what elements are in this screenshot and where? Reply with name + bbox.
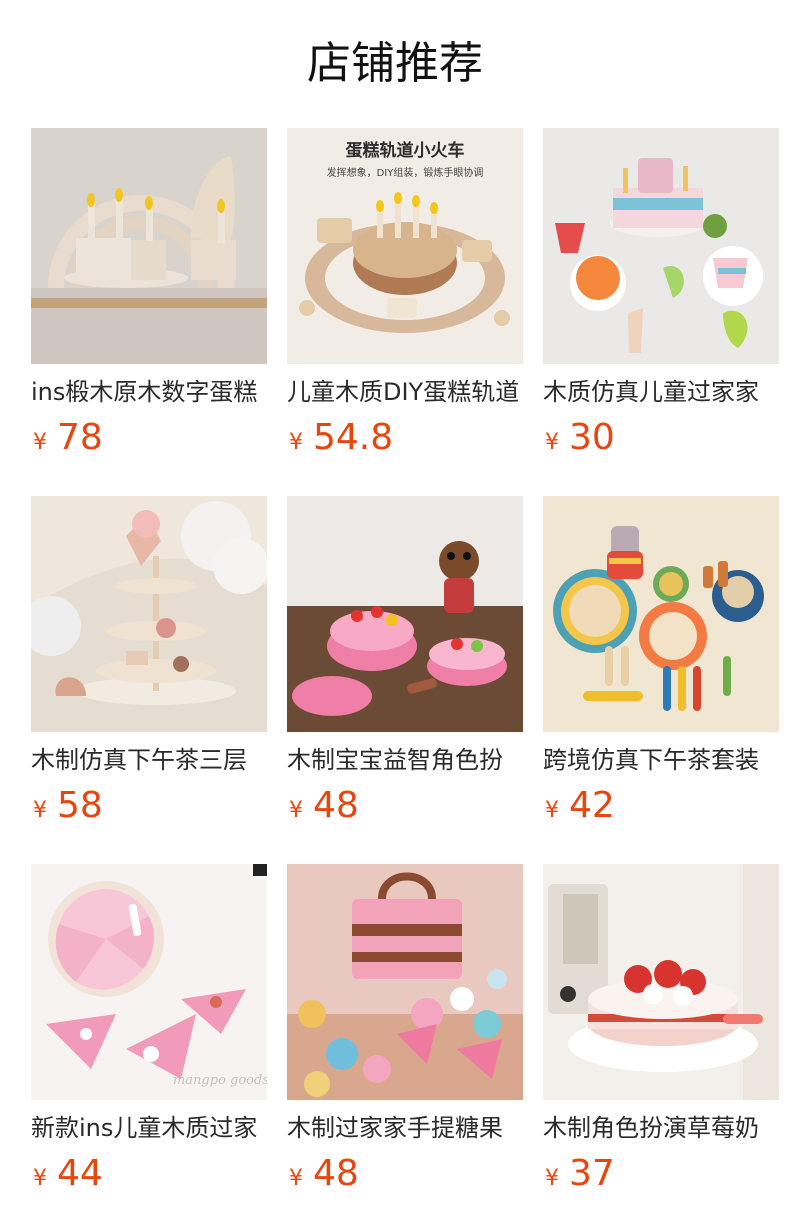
product-card[interactable]: 跨境仿真下午茶套装 ¥42 — [543, 496, 779, 864]
product-name[interactable]: ins椴木原木数字蛋糕 — [31, 374, 267, 410]
shop-recommendations-page: 店铺推荐 ins椴木原木数字蛋糕 ¥ 78 蛋糕轨道小火车 发挥想象，DIY组装… — [0, 0, 790, 1232]
currency-symbol: ¥ — [545, 798, 559, 823]
product-image[interactable]: mangpo goods — [31, 864, 267, 1100]
product-image[interactable] — [287, 864, 523, 1100]
product-price: ¥42 — [545, 784, 615, 828]
product-name[interactable]: 木制过家家手提糖果 — [287, 1110, 523, 1146]
product-card[interactable]: 木制角色扮演草莓奶 ¥37 — [543, 864, 779, 1232]
product-image[interactable] — [543, 864, 779, 1100]
product-image[interactable]: 蛋糕轨道小火车 发挥想象，DIY组装，锻炼手眼协调 — [287, 128, 523, 364]
price-amount: 48 — [313, 785, 359, 826]
price-amount: 78 — [57, 417, 103, 458]
product-name[interactable]: 儿童木质DIY蛋糕轨道 — [287, 374, 523, 410]
page-title: 店铺推荐 — [307, 38, 483, 89]
image-watermark: mangpo goods — [173, 1073, 267, 1088]
product-name[interactable]: 木质仿真儿童过家家 — [543, 374, 779, 410]
product-image[interactable] — [543, 496, 779, 732]
product-card[interactable]: 木制宝宝益智角色扮 ¥48 — [287, 496, 523, 864]
product-price: ¥37 — [545, 1152, 615, 1196]
strawberry-cake-icon — [543, 864, 779, 1100]
product-name[interactable]: 新款ins儿童木质过家 — [31, 1110, 267, 1146]
currency-symbol: ¥ — [289, 1166, 303, 1191]
product-price: ¥78 — [33, 416, 103, 460]
product-name[interactable]: 木制宝宝益智角色扮 — [287, 742, 523, 778]
currency-symbol: ¥ — [289, 430, 303, 455]
pink-slice-cake-icon: mangpo goods — [31, 864, 267, 1100]
currency-symbol: ¥ — [289, 798, 303, 823]
product-price: ¥58 — [33, 784, 103, 828]
tea-set-icon — [543, 496, 779, 732]
price-amount: 44 — [57, 1153, 103, 1194]
currency-symbol: ¥ — [545, 1166, 559, 1191]
wooden-birthday-cake-icon — [31, 128, 267, 364]
product-card[interactable]: mangpo goods 新款ins儿童木质过家 ¥44 — [31, 864, 267, 1232]
tea-stand-icon — [31, 496, 267, 732]
cake-train-icon: 蛋糕轨道小火车 发挥想象，DIY组装，锻炼手眼协调 — [287, 128, 523, 364]
candy-box-icon — [287, 864, 523, 1100]
price-amount: 30 — [569, 417, 615, 458]
product-price: ¥54.8 — [289, 416, 393, 460]
product-card[interactable]: 木质仿真儿童过家家 ¥30 — [543, 128, 779, 496]
image-headline: 蛋糕轨道小火车 — [346, 140, 465, 161]
price-amount: 37 — [569, 1153, 615, 1194]
price-amount: 58 — [57, 785, 103, 826]
product-image[interactable] — [31, 496, 267, 732]
product-grid: ins椴木原木数字蛋糕 ¥78 蛋糕轨道小火车 发挥想象，DIY组装，锻炼手眼协… — [31, 128, 790, 1232]
product-price: ¥48 — [289, 784, 359, 828]
price-amount: 54.8 — [313, 417, 394, 458]
product-name[interactable]: 木制仿真下午茶三层 — [31, 742, 267, 778]
price-amount: 42 — [569, 785, 615, 826]
price-amount: 48 — [313, 1153, 359, 1194]
product-name[interactable]: 跨境仿真下午茶套装 — [543, 742, 779, 778]
product-card[interactable]: 木制过家家手提糖果 ¥48 — [287, 864, 523, 1232]
currency-symbol: ¥ — [33, 798, 47, 823]
product-card[interactable]: 蛋糕轨道小火车 发挥想象，DIY组装，锻炼手眼协调 儿童木质DIY蛋糕轨道 ¥ … — [287, 128, 523, 496]
image-subheadline: 发挥想象，DIY组装，锻炼手眼协调 — [327, 166, 484, 179]
currency-symbol: ¥ — [33, 1166, 47, 1191]
product-card[interactable]: 木制仿真下午茶三层 ¥58 — [31, 496, 267, 864]
product-image[interactable] — [543, 128, 779, 364]
product-image[interactable] — [287, 496, 523, 732]
currency-symbol: ¥ — [545, 430, 559, 455]
product-price: ¥44 — [33, 1152, 103, 1196]
pink-cake-icon — [287, 496, 523, 732]
product-card[interactable]: ins椴木原木数字蛋糕 ¥78 — [31, 128, 267, 496]
product-price: ¥30 — [545, 416, 615, 460]
product-image[interactable] — [31, 128, 267, 364]
number-cake-set-icon — [543, 128, 779, 364]
product-name[interactable]: 木制角色扮演草莓奶 — [543, 1110, 779, 1146]
currency-symbol: ¥ — [33, 430, 47, 455]
product-price: ¥48 — [289, 1152, 359, 1196]
